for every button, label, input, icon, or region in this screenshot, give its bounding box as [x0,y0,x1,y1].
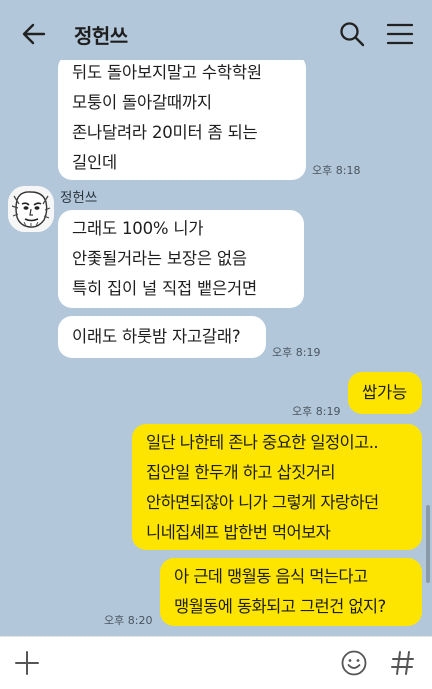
message-list[interactable]: 뒤도 돌아보지말고 수학학원 모퉁이 돌아갈때까지 존나달려라 20미터 좀 되… [0,60,432,636]
emoji-icon[interactable] [340,649,368,677]
message-time: 오후 8:19 [292,405,341,418]
message-bubble-incoming[interactable]: 뒤도 돌아보지말고 수학학원 모퉁이 돌아갈때까지 존나달려라 20미터 좀 되… [58,60,306,180]
scrollbar[interactable] [426,505,430,583]
hashtag-icon[interactable] [390,649,416,677]
message-bubble-incoming[interactable]: 그래도 100% 니가 안좇될거라는 보장은 없음 특히 집이 널 직접 뱉은거… [58,210,304,308]
message-bubble-outgoing[interactable]: 쌉가능 [348,372,422,414]
message-input-bar[interactable] [0,636,432,689]
message-time: 오후 8:19 [272,346,321,359]
message-time: 오후 8:18 [312,164,361,177]
avatar[interactable] [8,186,54,232]
hamburger-menu-icon[interactable] [386,22,414,46]
chat-title: 정헌쓰 [74,24,128,48]
arrow-left-icon[interactable] [18,20,50,48]
sender-name: 정헌쓰 [60,190,98,206]
message-time: 오후 8:20 [104,614,153,627]
plus-icon[interactable] [14,650,40,676]
message-bubble-outgoing[interactable]: 일단 나한테 존나 중요한 일정이고.. 집안일 한두개 하고 삽짓거리 안하면… [132,424,422,550]
message-bubble-outgoing[interactable]: 아 근데 맹월동 음식 먹는다고 맹월동에 동화되고 그런건 없지? [160,558,422,626]
chat-header: 정헌쓰 [0,0,432,66]
search-icon[interactable] [338,20,366,48]
message-bubble-incoming[interactable]: 이래도 하룻밤 자고갈래? [58,316,266,358]
